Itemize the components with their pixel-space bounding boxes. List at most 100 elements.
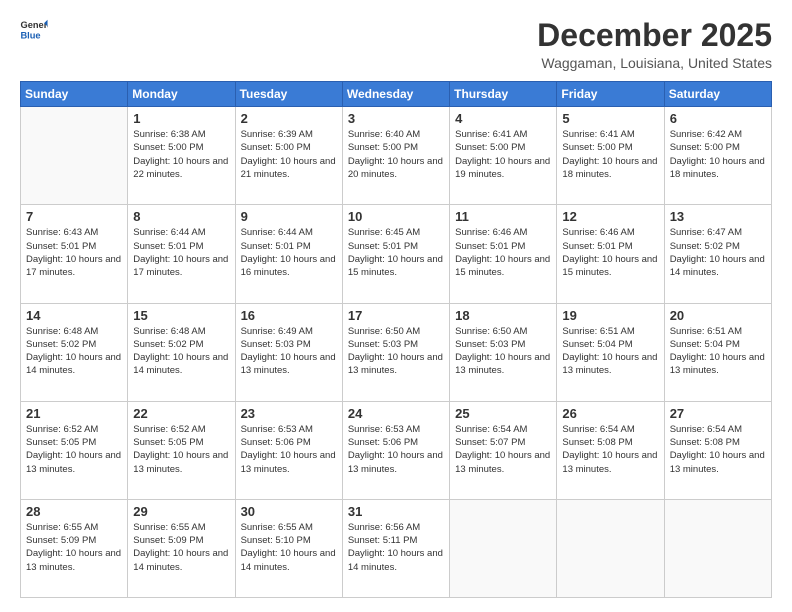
day-info: Sunrise: 6:56 AMSunset: 5:11 PMDaylight:… bbox=[348, 521, 444, 574]
day-info: Sunrise: 6:39 AMSunset: 5:00 PMDaylight:… bbox=[241, 128, 337, 181]
calendar-cell: 19 Sunrise: 6:51 AMSunset: 5:04 PMDayligh… bbox=[557, 303, 664, 401]
calendar-cell: 22 Sunrise: 6:52 AMSunset: 5:05 PMDayligh… bbox=[128, 401, 235, 499]
day-number: 21 bbox=[26, 406, 122, 421]
calendar-cell: 21 Sunrise: 6:52 AMSunset: 5:05 PMDayligh… bbox=[21, 401, 128, 499]
day-info: Sunrise: 6:55 AMSunset: 5:09 PMDaylight:… bbox=[26, 521, 122, 574]
calendar-cell: 14 Sunrise: 6:48 AMSunset: 5:02 PMDayligh… bbox=[21, 303, 128, 401]
day-info: Sunrise: 6:50 AMSunset: 5:03 PMDaylight:… bbox=[455, 325, 551, 378]
calendar-cell: 13Sunrise: 6:47 AMSunset: 5:02 PMDayligh… bbox=[664, 205, 771, 303]
day-info: Sunrise: 6:53 AMSunset: 5:06 PMDaylight:… bbox=[348, 423, 444, 476]
day-info: Sunrise: 6:52 AMSunset: 5:05 PMDaylight:… bbox=[26, 423, 122, 476]
col-monday: Monday bbox=[128, 82, 235, 107]
day-number: 9 bbox=[241, 209, 337, 224]
calendar-cell: 4 Sunrise: 6:41 AMSunset: 5:00 PMDaylight… bbox=[450, 107, 557, 205]
svg-text:General: General bbox=[20, 20, 48, 30]
calendar-cell: 2Sunrise: 6:39 AMSunset: 5:00 PMDaylight… bbox=[235, 107, 342, 205]
calendar-cell: 23Sunrise: 6:53 AMSunset: 5:06 PMDayligh… bbox=[235, 401, 342, 499]
calendar-header-row: Sunday Monday Tuesday Wednesday Thursday… bbox=[21, 82, 772, 107]
calendar-cell: 6 Sunrise: 6:42 AMSunset: 5:00 PMDaylight… bbox=[664, 107, 771, 205]
day-info: Sunrise: 6:49 AMSunset: 5:03 PMDaylight:… bbox=[241, 325, 337, 378]
day-number: 3 bbox=[348, 111, 444, 126]
day-number: 19 bbox=[562, 308, 658, 323]
day-number: 29 bbox=[133, 504, 229, 519]
calendar-cell: 16 Sunrise: 6:49 AMSunset: 5:03 PMDayligh… bbox=[235, 303, 342, 401]
calendar-row-1: 1Sunrise: 6:38 AMSunset: 5:00 PMDaylight… bbox=[21, 107, 772, 205]
day-info: Sunrise: 6:42 AMSunset: 5:00 PMDaylight:… bbox=[670, 128, 766, 181]
day-number: 31 bbox=[348, 504, 444, 519]
day-number: 5 bbox=[562, 111, 658, 126]
col-friday: Friday bbox=[557, 82, 664, 107]
day-info: Sunrise: 6:44 AMSunset: 5:01 PMDaylight:… bbox=[241, 226, 337, 279]
calendar-cell: 26 Sunrise: 6:54 AMSunset: 5:08 PMDayligh… bbox=[557, 401, 664, 499]
calendar-cell: 30Sunrise: 6:55 AMSunset: 5:10 PMDayligh… bbox=[235, 499, 342, 597]
calendar-cell: 11 Sunrise: 6:46 AMSunset: 5:01 PMDayligh… bbox=[450, 205, 557, 303]
calendar-cell: 7Sunrise: 6:43 AMSunset: 5:01 PMDaylight… bbox=[21, 205, 128, 303]
day-number: 12 bbox=[562, 209, 658, 224]
day-number: 6 bbox=[670, 111, 766, 126]
svg-text:Blue: Blue bbox=[20, 30, 40, 40]
day-number: 4 bbox=[455, 111, 551, 126]
calendar-cell: 28 Sunrise: 6:55 AMSunset: 5:09 PMDayligh… bbox=[21, 499, 128, 597]
calendar-cell: 10Sunrise: 6:45 AMSunset: 5:01 PMDayligh… bbox=[342, 205, 449, 303]
day-number: 28 bbox=[26, 504, 122, 519]
day-number: 22 bbox=[133, 406, 229, 421]
day-info: Sunrise: 6:54 AMSunset: 5:08 PMDaylight:… bbox=[562, 423, 658, 476]
day-info: Sunrise: 6:51 AMSunset: 5:04 PMDaylight:… bbox=[562, 325, 658, 378]
calendar-cell: 27Sunrise: 6:54 AMSunset: 5:08 PMDayligh… bbox=[664, 401, 771, 499]
day-info: Sunrise: 6:54 AMSunset: 5:07 PMDaylight:… bbox=[455, 423, 551, 476]
month-title: December 2025 bbox=[537, 18, 772, 53]
day-info: Sunrise: 6:46 AMSunset: 5:01 PMDaylight:… bbox=[455, 226, 551, 279]
location-title: Waggaman, Louisiana, United States bbox=[537, 55, 772, 71]
header: General Blue December 2025 Waggaman, Lou… bbox=[20, 18, 772, 71]
day-info: Sunrise: 6:48 AMSunset: 5:02 PMDaylight:… bbox=[133, 325, 229, 378]
day-info: Sunrise: 6:41 AMSunset: 5:00 PMDaylight:… bbox=[562, 128, 658, 181]
day-info: Sunrise: 6:54 AMSunset: 5:08 PMDaylight:… bbox=[670, 423, 766, 476]
calendar-table: Sunday Monday Tuesday Wednesday Thursday… bbox=[20, 81, 772, 598]
day-number: 13 bbox=[670, 209, 766, 224]
day-number: 30 bbox=[241, 504, 337, 519]
calendar-cell: 9 Sunrise: 6:44 AMSunset: 5:01 PMDaylight… bbox=[235, 205, 342, 303]
calendar-cell bbox=[21, 107, 128, 205]
calendar-row-2: 7Sunrise: 6:43 AMSunset: 5:01 PMDaylight… bbox=[21, 205, 772, 303]
day-info: Sunrise: 6:43 AMSunset: 5:01 PMDaylight:… bbox=[26, 226, 122, 279]
calendar-cell: 20 Sunrise: 6:51 AMSunset: 5:04 PMDayligh… bbox=[664, 303, 771, 401]
col-thursday: Thursday bbox=[450, 82, 557, 107]
calendar-cell: 24 Sunrise: 6:53 AMSunset: 5:06 PMDayligh… bbox=[342, 401, 449, 499]
day-info: Sunrise: 6:44 AMSunset: 5:01 PMDaylight:… bbox=[133, 226, 229, 279]
day-number: 16 bbox=[241, 308, 337, 323]
day-number: 18 bbox=[455, 308, 551, 323]
day-number: 11 bbox=[455, 209, 551, 224]
day-info: Sunrise: 6:50 AMSunset: 5:03 PMDaylight:… bbox=[348, 325, 444, 378]
col-wednesday: Wednesday bbox=[342, 82, 449, 107]
day-info: Sunrise: 6:41 AMSunset: 5:00 PMDaylight:… bbox=[455, 128, 551, 181]
day-info: Sunrise: 6:45 AMSunset: 5:01 PMDaylight:… bbox=[348, 226, 444, 279]
day-number: 20 bbox=[670, 308, 766, 323]
col-sunday: Sunday bbox=[21, 82, 128, 107]
calendar-cell bbox=[557, 499, 664, 597]
day-info: Sunrise: 6:53 AMSunset: 5:06 PMDaylight:… bbox=[241, 423, 337, 476]
calendar-cell: 15Sunrise: 6:48 AMSunset: 5:02 PMDayligh… bbox=[128, 303, 235, 401]
day-number: 24 bbox=[348, 406, 444, 421]
calendar-cell: 1Sunrise: 6:38 AMSunset: 5:00 PMDaylight… bbox=[128, 107, 235, 205]
day-info: Sunrise: 6:55 AMSunset: 5:09 PMDaylight:… bbox=[133, 521, 229, 574]
day-info: Sunrise: 6:48 AMSunset: 5:02 PMDaylight:… bbox=[26, 325, 122, 378]
calendar-cell: 17Sunrise: 6:50 AMSunset: 5:03 PMDayligh… bbox=[342, 303, 449, 401]
day-info: Sunrise: 6:46 AMSunset: 5:01 PMDaylight:… bbox=[562, 226, 658, 279]
day-number: 25 bbox=[455, 406, 551, 421]
col-tuesday: Tuesday bbox=[235, 82, 342, 107]
calendar-cell: 18 Sunrise: 6:50 AMSunset: 5:03 PMDayligh… bbox=[450, 303, 557, 401]
calendar-cell: 31 Sunrise: 6:56 AMSunset: 5:11 PMDayligh… bbox=[342, 499, 449, 597]
calendar-cell: 8 Sunrise: 6:44 AMSunset: 5:01 PMDaylight… bbox=[128, 205, 235, 303]
title-block: December 2025 Waggaman, Louisiana, Unite… bbox=[537, 18, 772, 71]
calendar-cell: 5 Sunrise: 6:41 AMSunset: 5:00 PMDaylight… bbox=[557, 107, 664, 205]
calendar-row-3: 14 Sunrise: 6:48 AMSunset: 5:02 PMDayligh… bbox=[21, 303, 772, 401]
calendar-cell: 12 Sunrise: 6:46 AMSunset: 5:01 PMDayligh… bbox=[557, 205, 664, 303]
day-info: Sunrise: 6:38 AMSunset: 5:00 PMDaylight:… bbox=[133, 128, 229, 181]
day-number: 26 bbox=[562, 406, 658, 421]
page: General Blue December 2025 Waggaman, Lou… bbox=[0, 0, 792, 612]
day-number: 8 bbox=[133, 209, 229, 224]
day-info: Sunrise: 6:51 AMSunset: 5:04 PMDaylight:… bbox=[670, 325, 766, 378]
day-number: 14 bbox=[26, 308, 122, 323]
calendar-cell: 29 Sunrise: 6:55 AMSunset: 5:09 PMDayligh… bbox=[128, 499, 235, 597]
day-info: Sunrise: 6:52 AMSunset: 5:05 PMDaylight:… bbox=[133, 423, 229, 476]
